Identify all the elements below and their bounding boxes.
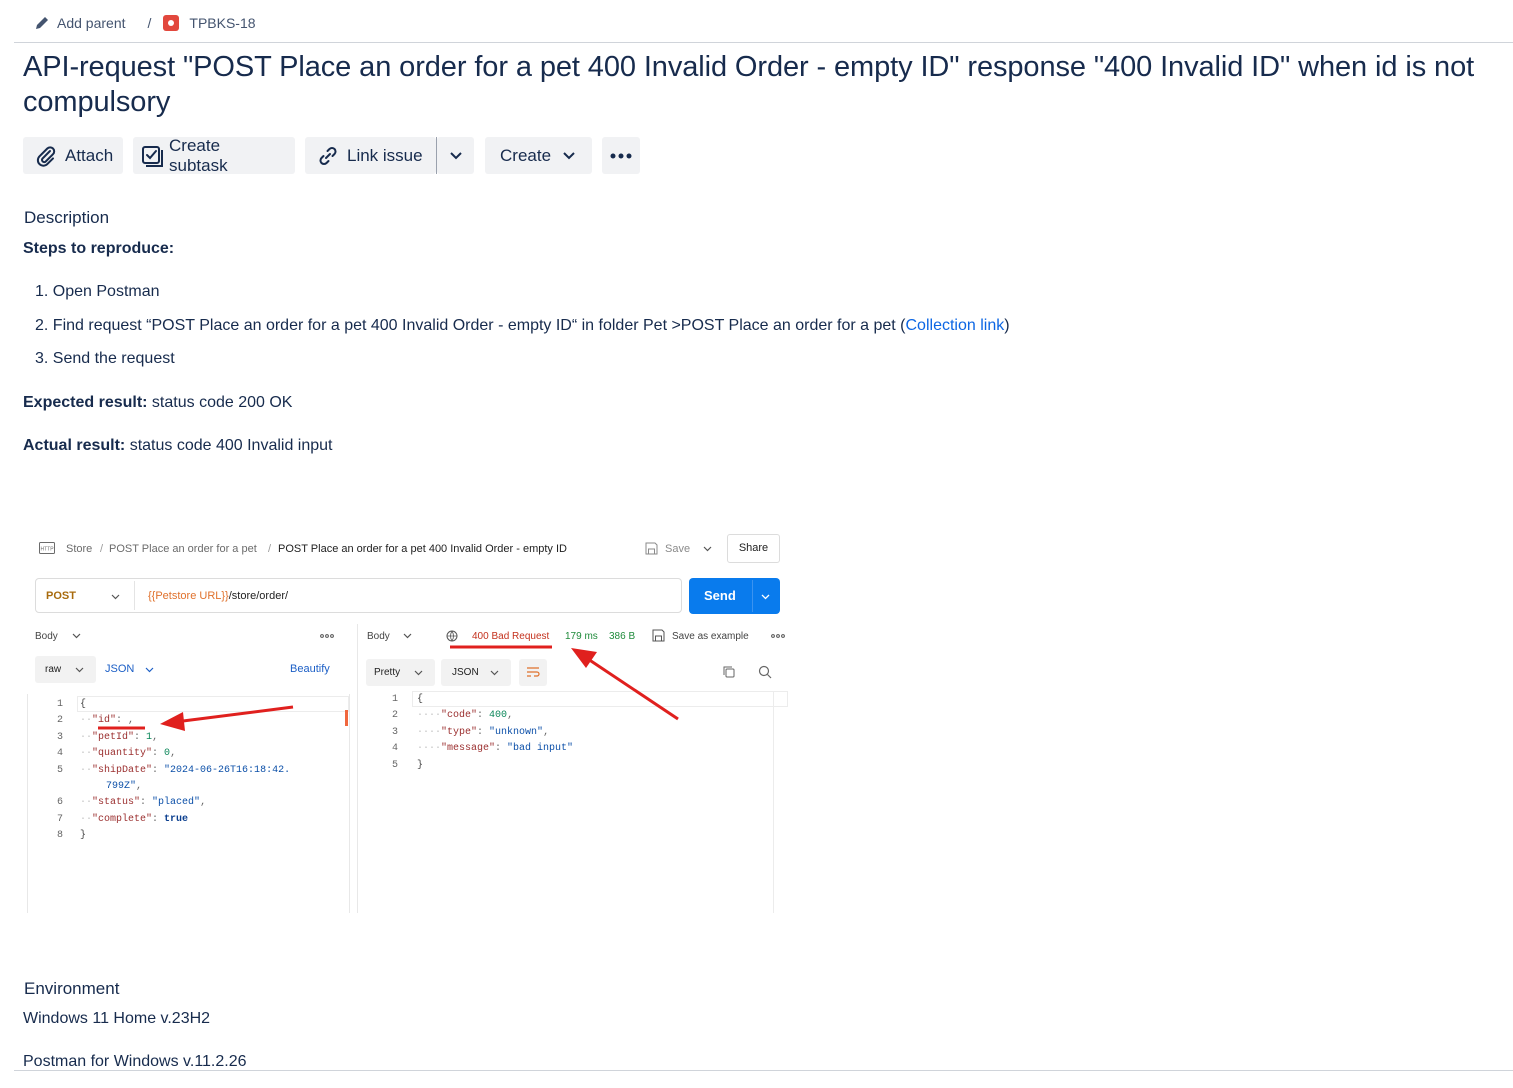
link-issue-button[interactable]: Link issue [305, 137, 436, 174]
create-subtask-label: Create subtask [169, 135, 228, 175]
add-parent-link[interactable]: Add parent [57, 15, 126, 31]
list-item: 1. Open Postman [35, 283, 160, 300]
link-icon [319, 146, 337, 165]
link-issue-dropdown[interactable] [437, 137, 474, 174]
divider [14, 42, 1513, 43]
create-label: Create [500, 145, 552, 165]
divider [14, 1070, 1513, 1071]
chevron-down-icon [563, 151, 575, 159]
bug-icon [163, 15, 180, 31]
more-actions-button[interactable] [602, 137, 640, 174]
list-item: 3. Send the request [35, 350, 175, 367]
environment-heading: Environment [24, 979, 120, 998]
issue-title[interactable]: API-request "POST Place an order for a p… [23, 50, 1503, 120]
description-heading: Description [24, 208, 110, 227]
arrow-head [160, 712, 185, 731]
attach-button[interactable]: Attach [23, 137, 123, 174]
annotation-layer [98, 645, 679, 731]
arrow-head [571, 648, 597, 668]
arrow-annotation [584, 655, 679, 721]
list-item: 2. Find request “POST Place an order for… [35, 317, 1010, 334]
postman-screenshot[interactable]: HTTP Store / POST Place an order for a p… [27, 528, 797, 913]
paperclip-icon [36, 145, 56, 167]
subtask-icon [142, 145, 163, 167]
issue-key-link[interactable]: TPBKS-18 [189, 15, 255, 31]
actual-result: Actual result: status code 400 Invalid i… [23, 437, 333, 454]
environment-app: Postman for Windows v.11.2.26 [23, 1053, 247, 1070]
chevron-down-icon [449, 151, 462, 159]
create-button[interactable]: Create [485, 137, 592, 174]
attach-label: Attach [65, 145, 114, 165]
expected-result: Expected result: status code 200 OK [23, 394, 293, 411]
steps-heading: Steps to reproduce: [23, 240, 175, 257]
pencil-icon [36, 17, 48, 29]
link-issue-label: Link issue [347, 145, 423, 165]
more-icon [610, 153, 632, 158]
breadcrumb: Add parent / TPBKS-18 [34, 12, 256, 34]
breadcrumb-separator: / [147, 15, 152, 31]
environment-os: Windows 11 Home v.23H2 [23, 1010, 211, 1027]
create-subtask-button[interactable]: Create subtask [133, 135, 295, 175]
collection-link[interactable]: Collection link [906, 317, 1005, 334]
arrow-annotation [174, 705, 294, 724]
